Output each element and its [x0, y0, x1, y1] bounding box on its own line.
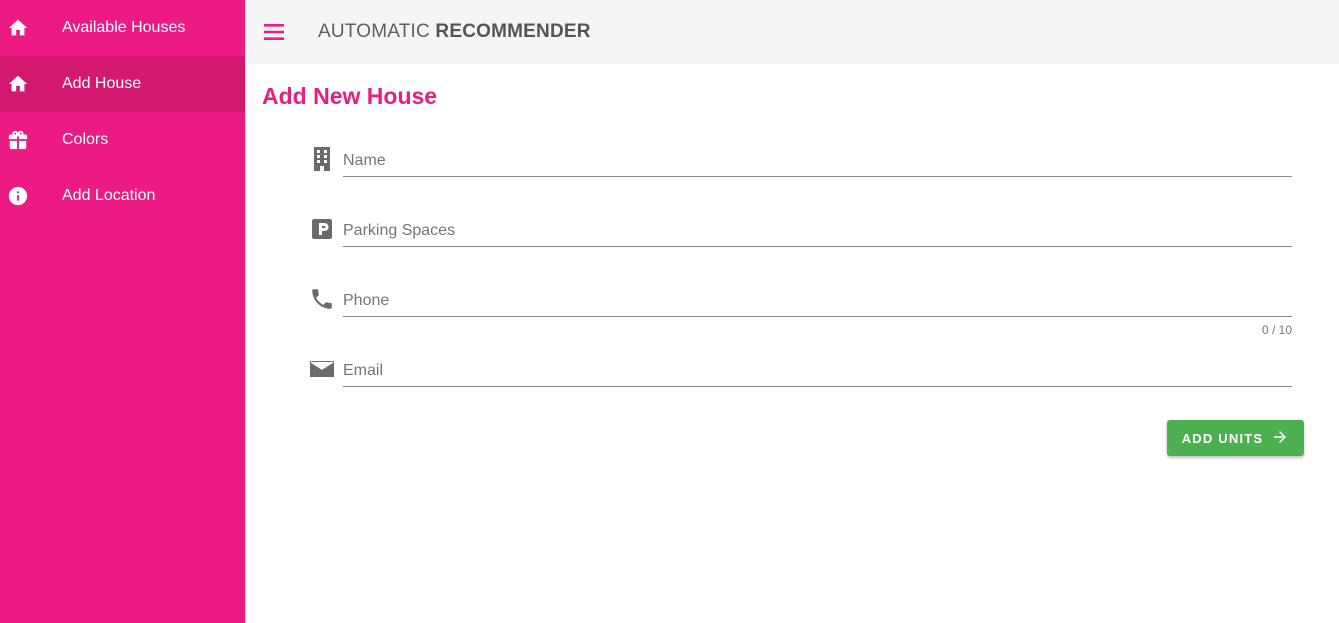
email-field — [306, 355, 1292, 405]
top-app-bar: AUTOMATIC RECOMMENDER — [246, 0, 1339, 64]
sidebar-item-label: Available Houses — [62, 19, 186, 36]
sidebar-item-available-houses[interactable]: Available Houses — [0, 0, 245, 56]
sidebar-item-label: Add Location — [62, 187, 156, 204]
email-icon — [308, 355, 336, 383]
home-icon — [7, 73, 29, 95]
add-units-button[interactable]: ADD UNITS — [1167, 420, 1304, 456]
email-input[interactable] — [343, 355, 1292, 387]
add-units-label: ADD UNITS — [1181, 430, 1264, 446]
sidebar-item-label: Colors — [62, 131, 109, 148]
sidebar-item-colors[interactable]: Colors — [0, 112, 245, 168]
page-title: Add New House — [262, 83, 438, 109]
app-title-bold: RECOMMENDER — [435, 21, 591, 42]
phone-icon — [308, 285, 336, 313]
arrow-right-icon — [1271, 428, 1289, 449]
menu-icon[interactable] — [262, 20, 286, 44]
name-field — [306, 145, 1292, 195]
home-icon — [7, 17, 29, 39]
sidebar-item-label: Add House — [62, 75, 142, 92]
phone-input[interactable] — [343, 285, 1292, 317]
parking-spaces-field — [306, 215, 1292, 265]
sidebar-item-add-location[interactable]: Add Location — [0, 168, 245, 224]
sidebar: Available Houses Add House Colors Add Lo… — [0, 0, 246, 623]
name-input[interactable] — [343, 145, 1292, 177]
gift-icon — [7, 129, 29, 151]
building-icon — [308, 145, 336, 173]
info-icon — [7, 185, 29, 207]
app-title-prefix: AUTOMATIC — [318, 21, 430, 42]
sidebar-item-add-house[interactable]: Add House — [0, 56, 245, 112]
phone-field: 0 / 10 — [306, 285, 1292, 337]
parking-spaces-input[interactable] — [343, 215, 1292, 247]
parking-icon — [308, 215, 336, 243]
app-title: AUTOMATIC RECOMMENDER — [318, 21, 591, 43]
phone-char-counter: 0 / 10 — [1261, 323, 1292, 337]
